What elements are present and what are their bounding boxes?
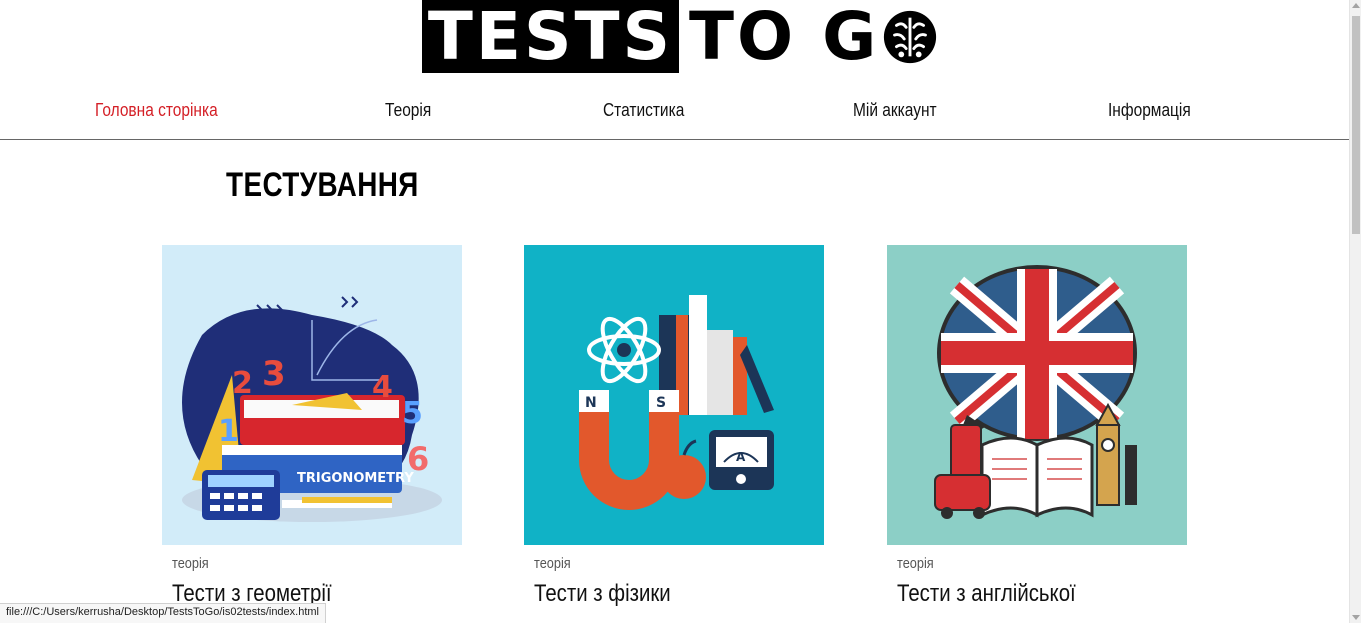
- geometry-illustration[interactable]: TRIGONOMETRY 3 2 1 4 5 6: [162, 245, 462, 545]
- svg-text:S: S: [656, 395, 666, 411]
- svg-text:2: 2: [232, 366, 253, 401]
- svg-text:N: N: [585, 395, 597, 411]
- section-title: ТЕСТУВАННЯ: [226, 166, 419, 204]
- test-card-geometry[interactable]: TRIGONOMETRY 3 2 1 4 5 6 теорія Тести з …: [162, 245, 462, 608]
- card-tag: теорія: [534, 555, 571, 572]
- nav-item-statistics[interactable]: Статистика: [603, 100, 684, 121]
- logo-text-to-go: TO G: [689, 0, 880, 75]
- scroll-down-icon[interactable]: [1352, 615, 1360, 620]
- main-nav: Головна сторінка Теорія Статистика Мій а…: [0, 90, 1349, 140]
- nav-item-my-account[interactable]: Мій аккаунт: [853, 100, 937, 121]
- physics-illustration[interactable]: N S A: [524, 245, 824, 545]
- svg-text:4: 4: [372, 370, 393, 405]
- nav-item-information[interactable]: Інформація: [1108, 100, 1191, 121]
- svg-text:TRIGONOMETRY: TRIGONOMETRY: [297, 471, 414, 486]
- vertical-scrollbar[interactable]: [1349, 0, 1361, 623]
- card-title[interactable]: Тести з англійської: [897, 580, 1144, 608]
- card-title[interactable]: Тести з фізики: [534, 580, 781, 608]
- brain-icon: [884, 10, 937, 63]
- test-card-english[interactable]: теорія Тести з англійської: [887, 245, 1187, 608]
- card-tag: теорія: [897, 555, 934, 572]
- svg-text:5: 5: [402, 396, 423, 431]
- logo-part-tests: TESTS: [422, 0, 679, 73]
- test-card-physics[interactable]: N S A теорія Тести з фізики: [524, 245, 824, 608]
- logo-part-to-go: TO G: [689, 0, 939, 75]
- card-tag: теорія: [172, 555, 209, 572]
- site-logo[interactable]: TESTS TO G: [422, 0, 939, 73]
- svg-text:6: 6: [407, 440, 429, 478]
- svg-text:A: A: [736, 450, 746, 464]
- nav-item-theory[interactable]: Теорія: [385, 100, 431, 121]
- page: TESTS TO G Головна сторінка Теорія Стати…: [0, 0, 1349, 623]
- scrollbar-thumb[interactable]: [1352, 16, 1360, 234]
- english-illustration[interactable]: [887, 245, 1187, 545]
- nav-item-home[interactable]: Головна сторінка: [95, 100, 218, 121]
- svg-text:3: 3: [262, 354, 286, 394]
- status-bar-url: file:///C:/Users/kerrusha/Desktop/TestsT…: [0, 603, 327, 623]
- svg-text:1: 1: [218, 414, 239, 449]
- scroll-up-icon[interactable]: [1352, 3, 1360, 8]
